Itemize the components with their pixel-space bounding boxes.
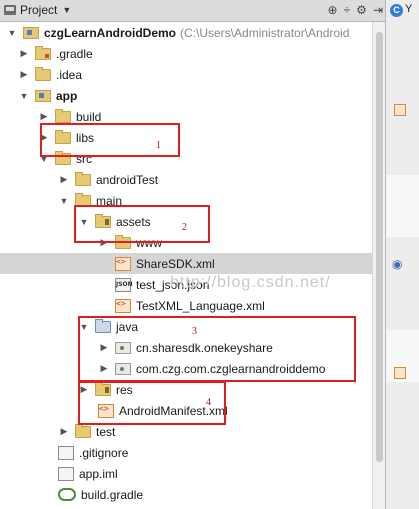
expanded-arrow-icon[interactable]: ▼ [6, 28, 18, 38]
androidtest-label: androidTest [96, 172, 159, 187]
annotation-number-2: 2 [182, 222, 187, 233]
watermark-text: http://blog.csdn.net/ [170, 274, 331, 291]
annotation-box-2 [74, 205, 210, 243]
chevron-down-icon: ▼ [62, 5, 72, 15]
editor-side-panel: C Y ◉ [385, 0, 419, 509]
app-iml-label: app.iml [79, 466, 118, 481]
scrollbar-thumb[interactable] [376, 32, 383, 462]
xml-file-icon [115, 298, 131, 313]
iml-file-icon [58, 466, 74, 481]
test-label: test [96, 424, 116, 439]
tree-item-testxml[interactable]: TestXML_Language.xml [0, 295, 372, 316]
module-folder-icon [23, 27, 39, 39]
folder-icon [55, 109, 71, 123]
folder-icon [35, 46, 51, 60]
annotation-number-3: 3 [192, 326, 197, 337]
annotation-number-4: 4 [206, 397, 211, 408]
tree-item-app-iml[interactable]: app.iml [0, 463, 372, 484]
class-icon[interactable]: C [390, 4, 403, 17]
root-label: czgLearnAndroidDemo [44, 25, 177, 40]
json-file-icon: JSON [115, 277, 133, 292]
testxml-label: TestXML_Language.xml [136, 298, 265, 313]
settings-icon[interactable]: ⚙ [356, 2, 367, 18]
build-gradle-label: build.gradle [81, 487, 144, 502]
tree-item-idea[interactable]: ▶ .idea [0, 64, 372, 85]
annotation-box-4 [78, 381, 226, 425]
tree-item-sharesdk-xml[interactable]: ShareSDK.xml [0, 253, 372, 274]
tree-item-root[interactable]: ▼ czgLearnAndroidDemo (C:\Users\Administ… [0, 22, 372, 43]
collapsed-arrow-icon[interactable]: ▶ [18, 69, 30, 80]
collapsed-arrow-icon[interactable]: ▶ [18, 48, 30, 59]
tree-item-gradle[interactable]: ▶ .gradle [0, 43, 372, 64]
folder-icon [35, 67, 51, 81]
project-view-selector[interactable]: Project ▼ [4, 2, 71, 18]
annotation-number-1: 1 [156, 140, 161, 151]
vertical-scrollbar[interactable] [372, 22, 386, 509]
gutter-icon: ◉ [392, 257, 403, 271]
project-title: Project [20, 3, 58, 17]
folder-icon [75, 424, 91, 438]
module-folder-icon [35, 90, 51, 102]
side-tab-text: Y [405, 3, 413, 15]
hide-icon[interactable]: ⇥ [373, 2, 383, 18]
text-file-icon [58, 445, 74, 460]
idea-label: .idea [56, 67, 83, 82]
tree-item-app[interactable]: ▼ app [0, 85, 372, 106]
xml-file-icon [394, 104, 406, 116]
annotation-box-3 [78, 316, 356, 382]
gradle-file-icon [58, 488, 76, 501]
tree-item-androidtest[interactable]: ▶ androidTest [0, 169, 372, 190]
build-label: build [76, 109, 102, 124]
xml-file-icon [394, 367, 406, 379]
sharesdk-label: ShareSDK.xml [136, 256, 215, 271]
project-toolbar: Project ▼ ⊕ ÷ ⚙ ⇥ [0, 0, 385, 22]
collapse-icon[interactable]: ÷ [344, 2, 351, 18]
tree-item-gitignore[interactable]: .gitignore [0, 442, 372, 463]
side-panel-block [386, 175, 419, 237]
gradle-label: .gradle [56, 46, 93, 61]
collapsed-arrow-icon[interactable]: ▶ [58, 426, 70, 437]
xml-file-icon [115, 256, 131, 271]
root-path: (C:\Users\Administrator\Android [180, 25, 350, 40]
collapsed-arrow-icon[interactable]: ▶ [38, 111, 50, 122]
target-icon[interactable]: ⊕ [328, 2, 338, 18]
expanded-arrow-icon[interactable]: ▼ [58, 196, 70, 206]
tree-item-build-gradle[interactable]: build.gradle [0, 484, 372, 505]
collapsed-arrow-icon[interactable]: ▶ [58, 174, 70, 185]
expanded-arrow-icon[interactable]: ▼ [18, 91, 30, 101]
app-label: app [56, 88, 78, 103]
folder-icon [75, 172, 91, 186]
project-tree: ▼ czgLearnAndroidDemo (C:\Users\Administ… [0, 22, 372, 509]
gitignore-label: .gitignore [79, 445, 129, 460]
project-icon [4, 5, 16, 15]
